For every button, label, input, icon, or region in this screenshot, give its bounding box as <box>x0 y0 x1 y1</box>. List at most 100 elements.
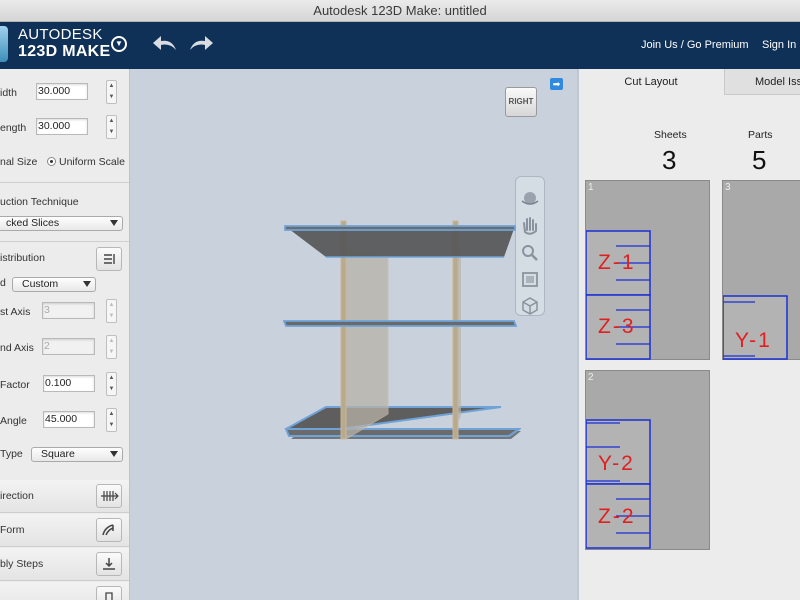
window-title-bar: Autodesk 123D Make: untitled <box>0 0 800 22</box>
window-title: Autodesk 123D Make: untitled <box>313 3 487 18</box>
collapse-panel-button[interactable]: ➡ <box>550 78 563 90</box>
undo-button[interactable] <box>150 33 180 55</box>
up-arrow-icon: ▲ <box>108 338 115 344</box>
factor-input[interactable]: 0.100 <box>43 375 95 392</box>
export-button[interactable] <box>96 586 122 600</box>
app-logo-icon <box>0 26 8 62</box>
factor-stepper[interactable]: ▲ ▼ <box>106 372 117 396</box>
direction-label: irection <box>0 490 34 502</box>
construction-technique-label: uction Technique <box>0 196 79 208</box>
down-arrow-icon: ▼ <box>108 129 115 135</box>
join-premium-link[interactable]: Join Us / Go Premium <box>641 39 749 51</box>
dropdown-arrow-icon <box>83 281 91 287</box>
width-input[interactable]: 30.000 <box>36 83 88 100</box>
stacked-slices-model[interactable] <box>271 209 521 459</box>
app-menu-button[interactable]: ▼ <box>111 36 127 52</box>
form-button[interactable] <box>96 518 122 542</box>
distribution-button[interactable] <box>96 247 122 271</box>
export-row <box>0 582 129 600</box>
part-label: Z-1 <box>598 251 636 274</box>
up-arrow-icon: ▲ <box>108 375 115 381</box>
form-row: Form <box>0 514 129 547</box>
part-label: Y-1 <box>735 329 772 352</box>
orbit-icon[interactable] <box>516 185 544 212</box>
length-stepper[interactable]: ▲ ▼ <box>106 115 117 139</box>
original-size-label: nal Size <box>0 156 38 168</box>
down-arrow-icon: ▼ <box>108 386 115 392</box>
width-stepper[interactable]: ▲ ▼ <box>106 80 117 104</box>
redo-button[interactable] <box>186 33 216 55</box>
sheet-card[interactable]: 3 Y-1 <box>722 180 800 360</box>
tab-model-issues[interactable]: Model Issu <box>724 69 800 95</box>
first-axis-input[interactable]: 3 <box>42 302 95 319</box>
form-icon <box>102 524 114 536</box>
factor-label: Factor <box>0 379 30 391</box>
construction-technique-value: cked Slices <box>6 217 60 229</box>
angle-stepper[interactable]: ▲ ▼ <box>106 408 117 432</box>
viewcube[interactable]: RIGHT <box>505 87 537 117</box>
up-arrow-icon: ▲ <box>108 118 115 124</box>
part-label: Y-2 <box>598 452 635 475</box>
up-arrow-icon: ▲ <box>108 411 115 417</box>
sheet-card[interactable]: 2 Y-2 Z-2 <box>585 370 710 550</box>
chevron-down-icon: ▼ <box>115 39 123 48</box>
first-axis-stepper[interactable]: ▲ ▼ <box>106 299 117 323</box>
angle-label: Angle <box>0 415 27 427</box>
tab-cut-layout[interactable]: Cut Layout <box>579 69 723 95</box>
type-select[interactable]: Square <box>31 447 123 462</box>
type-label: Type <box>0 448 23 460</box>
distribution-label: istribution <box>0 252 45 264</box>
redo-icon <box>190 36 213 50</box>
slice-direction-icon <box>101 491 119 501</box>
uniform-scale-label: Uniform Scale <box>59 156 125 168</box>
list-icon <box>104 254 115 264</box>
assembly-steps-button[interactable] <box>96 552 122 576</box>
undo-icon <box>153 36 176 50</box>
down-arrow-icon: ▼ <box>108 349 115 355</box>
length-label: ength <box>0 122 27 134</box>
type-value: Square <box>41 448 75 460</box>
up-arrow-icon: ▲ <box>108 83 115 89</box>
3d-viewport[interactable]: RIGHT <box>131 69 576 600</box>
brand-product: 123D MAKE <box>18 43 111 60</box>
dropdown-arrow-icon <box>110 451 118 457</box>
second-axis-input[interactable]: 2 <box>42 338 95 355</box>
sheet-card[interactable]: 1 Z-1 Z-3 <box>585 180 710 360</box>
construction-technique-select[interactable]: cked Slices <box>0 216 123 231</box>
divider <box>0 182 129 183</box>
dropdown-arrow-icon <box>110 220 118 226</box>
uniform-scale-radio[interactable] <box>47 157 56 166</box>
direction-button[interactable] <box>96 484 122 508</box>
second-axis-label: nd Axis <box>0 342 34 354</box>
parameters-panel: idth 30.000 ▲ ▼ ength 30.000 ▲ ▼ nal Size … <box>0 69 130 600</box>
up-arrow-icon: ▲ <box>108 302 115 308</box>
cut-layout-panel: Cut Layout Model Issu Sheets 3 Parts 5 1… <box>577 69 800 600</box>
parts-count: 5 <box>752 145 767 175</box>
export-icon <box>105 592 113 600</box>
distribution-method-select[interactable]: Custom <box>12 277 96 292</box>
first-axis-label: st Axis <box>0 306 31 318</box>
assembly-steps-icon <box>103 558 115 570</box>
arrow-right-icon: ➡ <box>552 79 561 89</box>
part-label: Z-2 <box>598 505 636 528</box>
down-arrow-icon: ▼ <box>108 94 115 100</box>
app-header: AUTODESK 123D MAKE ▼ Join Us / Go Premiu… <box>0 22 800 69</box>
sheets-label: Sheets <box>654 129 687 141</box>
second-axis-stepper[interactable]: ▲ ▼ <box>106 335 117 359</box>
direction-row: irection <box>0 480 129 513</box>
width-label: idth <box>0 87 17 99</box>
down-arrow-icon: ▼ <box>108 422 115 428</box>
sheets-count: 3 <box>662 145 677 175</box>
divider <box>0 241 129 242</box>
length-input[interactable]: 30.000 <box>36 118 88 135</box>
part-label: Z-3 <box>598 315 636 338</box>
down-arrow-icon: ▼ <box>108 313 115 319</box>
method-label: d <box>0 277 6 289</box>
parts-label: Parts <box>748 129 773 141</box>
assembly-steps-label: bly Steps <box>0 558 44 570</box>
angle-input[interactable]: 45.000 <box>43 411 95 428</box>
assembly-steps-row: bly Steps <box>0 548 129 581</box>
sign-in-link[interactable]: Sign In <box>762 39 796 51</box>
form-label: Form <box>0 524 25 536</box>
distribution-method-value: Custom <box>22 278 59 290</box>
